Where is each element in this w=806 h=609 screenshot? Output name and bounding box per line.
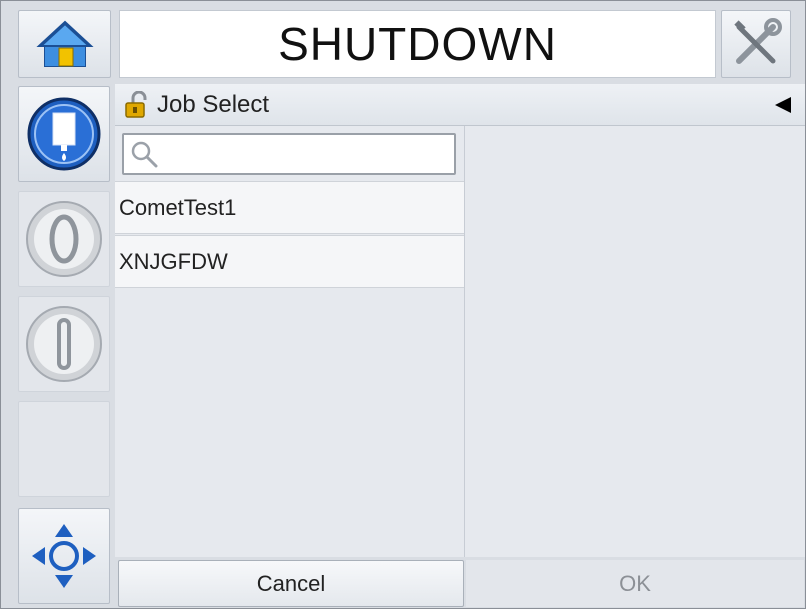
ink-cartridge-icon xyxy=(27,97,101,171)
job-list-pane: CometTest1 XNJGFDW xyxy=(115,126,465,557)
home-icon xyxy=(35,20,94,67)
stop-jet-button[interactable] xyxy=(18,296,110,392)
job-name: XNJGFDW xyxy=(119,248,228,274)
status-title-text: SHUTDOWN xyxy=(278,18,557,70)
search-input[interactable] xyxy=(122,133,456,175)
jet-start-icon xyxy=(26,201,102,277)
triangle-left-icon[interactable] xyxy=(773,95,793,115)
panel-title: Job Select xyxy=(157,90,270,118)
list-item[interactable]: CometTest1 xyxy=(115,181,464,234)
job-preview-pane xyxy=(465,126,805,557)
jet-stop-icon xyxy=(26,306,102,382)
list-item[interactable]: XNJGFDW xyxy=(115,235,464,288)
job-select-header: Job Select xyxy=(115,84,805,126)
ok-label: OK xyxy=(619,570,651,596)
cancel-button[interactable]: Cancel xyxy=(118,560,464,607)
home-button[interactable] xyxy=(18,10,111,78)
tools-button[interactable] xyxy=(721,10,791,78)
ink-system-button[interactable] xyxy=(18,86,110,182)
empty-sidebar-slot xyxy=(18,401,110,497)
ok-button[interactable]: OK xyxy=(466,560,804,607)
start-jet-button[interactable] xyxy=(18,191,110,287)
job-name: CometTest1 xyxy=(119,194,237,220)
search-icon xyxy=(131,141,158,168)
cancel-label: Cancel xyxy=(256,570,326,596)
navigation-arrows-icon xyxy=(32,524,96,588)
navigation-button[interactable] xyxy=(18,508,110,604)
status-title: SHUTDOWN xyxy=(119,10,716,78)
unlocked-padlock-icon xyxy=(125,90,147,118)
tools-icon xyxy=(734,18,782,64)
